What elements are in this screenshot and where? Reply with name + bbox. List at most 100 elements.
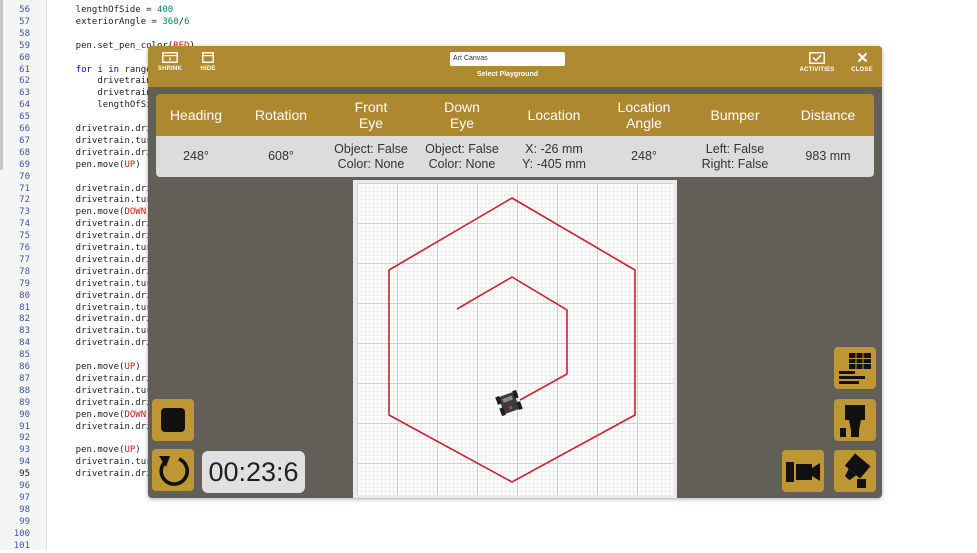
angled-camera-icon <box>844 453 871 488</box>
hide-button[interactable]: HIDE <box>197 52 219 72</box>
header-location-angle: Location Angle <box>617 99 671 131</box>
activities-button[interactable]: ACTIVITIES <box>797 52 837 73</box>
value-distance: 983 mm <box>805 149 851 163</box>
value-rotation: 608° <box>268 149 294 163</box>
line-number: 90 <box>19 409 30 420</box>
code-token: UP <box>124 362 136 372</box>
line-number: 80 <box>19 290 30 301</box>
robot-icon[interactable] <box>494 387 524 419</box>
dashboard-button[interactable] <box>834 347 876 389</box>
angled-camera-button[interactable] <box>834 450 876 492</box>
line-number: 98 <box>19 504 30 515</box>
line-number: 61 <box>19 64 30 75</box>
code-text: lengthOfSide = 400 <box>54 5 174 15</box>
line-number: 81 <box>19 302 30 313</box>
code-token: pen.move( <box>54 445 125 456</box>
code-token: UP <box>124 445 136 456</box>
line-number: 59 <box>19 40 30 51</box>
line-number: 99 <box>19 516 30 527</box>
close-label: CLOSE <box>851 67 873 73</box>
line-number: 100 <box>13 528 30 539</box>
code-token: pen.move( <box>54 362 125 372</box>
reset-icon <box>159 456 189 486</box>
line-number: 91 <box>19 421 30 432</box>
playground-select[interactable]: Art Canvas <box>450 52 565 66</box>
header-heading: Heading <box>169 107 223 123</box>
value-heading: 248° <box>183 149 209 163</box>
dashboard-icon <box>839 353 871 384</box>
hide-icon <box>202 52 214 63</box>
header-distance: Distance <box>800 107 856 123</box>
code-text: exteriorAngle = 360/6 <box>54 16 190 27</box>
code-token: ) <box>135 159 141 170</box>
line-number: 101 <box>13 540 30 551</box>
line-number: 56 <box>19 5 30 15</box>
code-token: ) <box>135 445 141 456</box>
sensor-dashboard: Heading Rotation Front Eye Down Eye Locati… <box>156 94 874 177</box>
line-number: 71 <box>19 183 30 194</box>
line-number: 75 <box>19 231 30 242</box>
line-number: 60 <box>19 52 30 63</box>
line-number: 86 <box>19 362 30 372</box>
code-text: pen.move(DOWN) <box>54 207 152 217</box>
line-number: 83 <box>19 326 30 337</box>
line-number: 73 <box>19 207 30 218</box>
code-text: pen.move(DOWN) <box>54 410 152 420</box>
line-number: 63 <box>19 88 30 99</box>
code-text: pen.move(UP) <box>54 445 141 455</box>
shrink-button[interactable]: SHRINK <box>157 52 183 72</box>
line-number: 76 <box>19 243 30 253</box>
line-number: 85 <box>19 350 30 361</box>
code-token: 400 <box>156 5 174 15</box>
top-camera-button[interactable] <box>834 399 876 441</box>
close-button[interactable]: CLOSE <box>850 52 874 73</box>
code-text: pen.move(UP) <box>54 160 141 170</box>
code-token: for <box>75 64 92 75</box>
reset-button[interactable] <box>152 449 194 491</box>
code-token: pen.move( <box>54 207 125 218</box>
value-location-angle: 248° <box>631 149 657 163</box>
line-number: 88 <box>19 385 30 396</box>
header-down-eye: Down Eye <box>444 99 480 131</box>
line-number: 92 <box>19 433 30 444</box>
header-bumper: Bumper <box>710 107 760 123</box>
sensor-header-row: Heading Rotation Front Eye Down Eye Locati… <box>156 94 874 136</box>
line-number: 67 <box>19 135 30 146</box>
line-number: 66 <box>19 124 30 134</box>
spiral-path <box>456 276 568 401</box>
run-timer: 00:23:6 <box>202 451 305 493</box>
line-number: 78 <box>19 266 30 277</box>
side-camera-button[interactable] <box>782 450 824 492</box>
grid-paper <box>357 183 673 495</box>
code-token: DOWN <box>124 409 147 420</box>
line-number: 70 <box>19 171 30 182</box>
line-number: 96 <box>19 481 30 491</box>
stop-button[interactable] <box>152 399 194 441</box>
select-playground-label: Select Playground <box>476 71 539 78</box>
line-number: 95 <box>19 469 30 480</box>
code-token: lengthOfSide = <box>54 5 157 15</box>
close-icon <box>857 52 867 63</box>
code-token: ) <box>135 362 141 372</box>
code-text: pen.move(UP) <box>54 362 141 372</box>
line-number: 72 <box>19 195 30 206</box>
line-number: 68 <box>19 147 30 158</box>
line-number: 77 <box>19 254 30 265</box>
line-number: 84 <box>19 338 30 349</box>
header-location: Location <box>527 107 581 123</box>
activities-icon <box>809 52 825 64</box>
top-camera-icon <box>840 405 865 437</box>
shrink-label: SHRINK <box>157 66 183 72</box>
code-token: pen.move( <box>54 409 125 420</box>
value-front-eye: Object: False Color: None <box>334 141 408 171</box>
header-rotation: Rotation <box>254 107 308 123</box>
code-token: 6 <box>184 16 190 27</box>
code-token: 360 <box>162 16 179 27</box>
code-token: in <box>108 64 120 75</box>
art-canvas[interactable] <box>353 180 677 498</box>
line-number: 93 <box>19 445 30 456</box>
line-number: 82 <box>19 314 30 325</box>
stop-icon <box>161 408 185 432</box>
value-bumper: Left: False Right: False <box>701 141 769 171</box>
